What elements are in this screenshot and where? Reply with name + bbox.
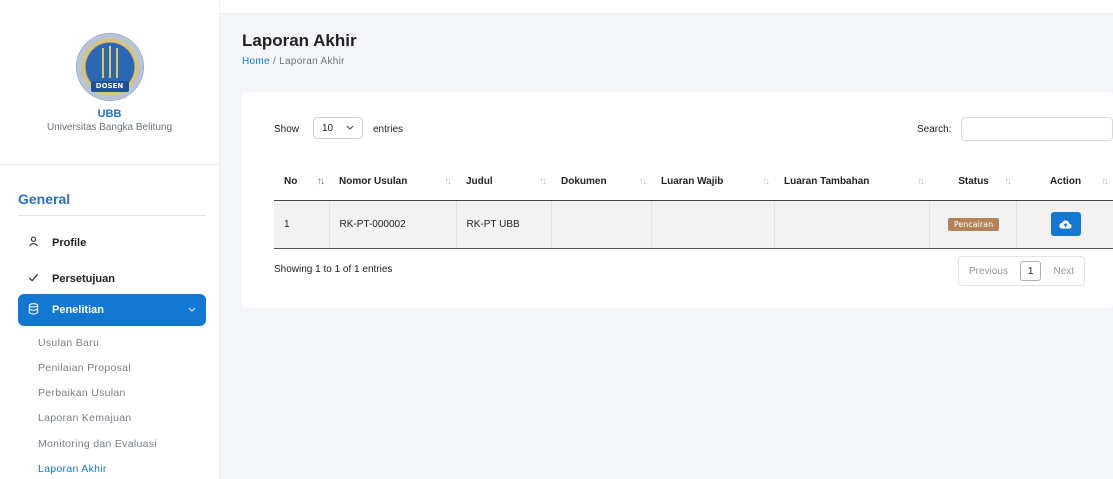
laporan-table: No ↑↓ Nomor Usulan ↑↓ Judul ↑↓ Dokumen ↑↓ Lu… bbox=[274, 164, 1113, 249]
search-input[interactable] bbox=[961, 117, 1113, 141]
breadcrumb-home-link[interactable]: Home bbox=[242, 56, 270, 67]
column-header-no[interactable]: No ↑↓ bbox=[274, 164, 329, 201]
upload-button[interactable] bbox=[1050, 212, 1081, 236]
sort-icon: ↑↓ bbox=[1004, 176, 1012, 188]
sidebar-item-persetujuan[interactable]: Persetujuan bbox=[18, 264, 206, 294]
column-header-dokumen[interactable]: Dokumen ↑↓ bbox=[551, 164, 651, 201]
column-header-nomor-usulan[interactable]: Nomor Usulan ↑↓ bbox=[329, 164, 456, 201]
entries-label: entries bbox=[373, 124, 404, 135]
entries-length-value: 10 bbox=[322, 122, 334, 134]
sidebar-item-label: Profile bbox=[52, 237, 87, 249]
breadcrumb-current: Laporan Akhir bbox=[279, 56, 345, 67]
cell-status: Pencairan bbox=[929, 200, 1017, 249]
database-icon bbox=[28, 302, 46, 318]
cell-luaran-tambahan bbox=[774, 200, 930, 249]
sidebar-subitem-monitoring-evaluasi[interactable]: Monitoring dan Evaluasi bbox=[38, 438, 157, 450]
sidebar-subitem-penilaian-proposal[interactable]: Penilaian Proposal bbox=[38, 362, 131, 374]
brand: DOSEN UBB Universitas Bangka Belitung bbox=[0, 0, 219, 165]
cell-nomor-usulan: RK-PT-000002 bbox=[329, 200, 457, 249]
breadcrumb-separator: / bbox=[272, 56, 277, 67]
sort-icon: ↑↓ bbox=[639, 176, 647, 188]
table-header-row: No ↑↓ Nomor Usulan ↑↓ Judul ↑↓ Dokumen ↑↓ Lu… bbox=[274, 164, 1113, 201]
entries-length-select[interactable]: 10 bbox=[313, 117, 363, 139]
sidebar-subitem-laporan-kemajuan[interactable]: Laporan Kemajuan bbox=[38, 412, 132, 424]
status-badge: Pencairan bbox=[947, 217, 1000, 231]
chevron-down-icon bbox=[346, 124, 354, 133]
pagination: Previous 1 Next bbox=[958, 256, 1086, 286]
cell-action bbox=[1016, 200, 1113, 249]
chevron-down-icon bbox=[188, 305, 196, 315]
cell-no: 1 bbox=[274, 200, 330, 249]
sidebar-subitem-usulan-baru[interactable]: Usulan Baru bbox=[38, 337, 99, 349]
search-label: Search: bbox=[917, 124, 952, 135]
sidebar-subitem-laporan-akhir[interactable]: Laporan Akhir bbox=[38, 463, 107, 475]
cell-judul: RK-PT UBB bbox=[456, 200, 552, 249]
cell-dokumen bbox=[551, 200, 652, 249]
sort-icon: ↑↓ bbox=[539, 176, 547, 188]
brand-subtitle: Universitas Bangka Belitung bbox=[46, 122, 173, 133]
sort-icon: ↑↓ bbox=[762, 176, 770, 188]
column-header-luaran-wajib[interactable]: Luaran Wajib ↑↓ bbox=[651, 164, 774, 201]
brand-name: UBB bbox=[97, 108, 122, 120]
cloud-upload-icon bbox=[1059, 220, 1072, 229]
table-info: Showing 1 to 1 of 1 entries bbox=[274, 264, 393, 275]
sidebar-item-label: Persetujuan bbox=[52, 273, 115, 285]
breadcrumb: Home / Laporan Akhir bbox=[242, 56, 345, 67]
page-title: Laporan Akhir bbox=[242, 31, 357, 50]
column-header-status[interactable]: Status ↑↓ bbox=[929, 164, 1016, 201]
sort-icon: ↑↓ bbox=[444, 176, 452, 188]
column-header-judul[interactable]: Judul ↑↓ bbox=[456, 164, 551, 201]
column-header-action[interactable]: Action ↑↓ bbox=[1016, 164, 1113, 201]
sidebar-item-penelitian[interactable]: Penelitian bbox=[18, 294, 206, 326]
sort-ascending-icon: ↑↓ bbox=[317, 176, 325, 188]
cell-luaran-wajib bbox=[651, 200, 775, 249]
sidebar-subitem-perbaikan-usulan[interactable]: Perbaikan Usulan bbox=[38, 387, 126, 399]
topbar bbox=[220, 0, 1113, 14]
user-icon bbox=[28, 236, 46, 250]
sidebar-item-profile[interactable]: Profile bbox=[18, 228, 206, 258]
previous-page-button[interactable]: Previous bbox=[959, 257, 1018, 285]
page-1-button[interactable]: 1 bbox=[1019, 261, 1042, 281]
sidebar-item-label: Penelitian bbox=[52, 304, 104, 316]
check-icon bbox=[28, 272, 46, 286]
sort-icon: ↑↓ bbox=[917, 176, 925, 188]
show-label: Show bbox=[274, 124, 300, 135]
column-header-luaran-tambahan[interactable]: Luaran Tambahan ↑↓ bbox=[774, 164, 929, 201]
logo-badge: DOSEN bbox=[90, 81, 129, 92]
sort-icon: ↑↓ bbox=[1101, 176, 1109, 188]
table-row: 1 RK-PT-000002 RK-PT UBB Pencairan bbox=[274, 200, 1113, 249]
sidebar-section-title: General bbox=[18, 191, 206, 216]
next-page-button[interactable]: Next bbox=[1043, 257, 1084, 285]
university-logo: DOSEN bbox=[76, 34, 143, 100]
